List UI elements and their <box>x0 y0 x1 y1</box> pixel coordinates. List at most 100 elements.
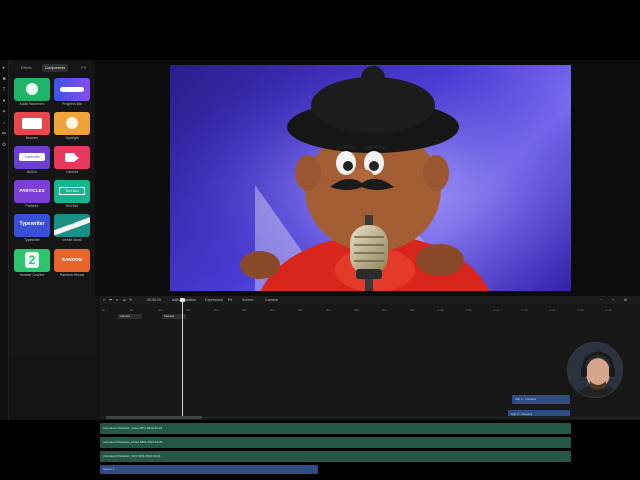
text-icon[interactable]: T <box>1 87 7 93</box>
timeline-panel: ✂ ⏮ ⏸ ⏭ ⟲ 00:00:00 Add annotation Expres… <box>100 296 640 474</box>
tab-components[interactable]: Components <box>41 64 69 72</box>
camera-button[interactable]: Camera <box>265 298 278 302</box>
scene-clip[interactable]: Scene 1 <box>100 465 318 474</box>
tile-infinite-scroll[interactable]: SCROLL Infinite Scroll <box>54 214 90 242</box>
number-counter-thumb: 2 <box>14 249 50 272</box>
particles-thumb-text: PARTICLES <box>19 188 45 193</box>
zoom-out-icon[interactable]: − <box>600 298 602 302</box>
random-reveal-thumb: RANDOM <box>54 249 90 272</box>
media-icon[interactable]: ■ <box>1 76 7 82</box>
settings-icon[interactable]: ⚙ <box>1 142 7 148</box>
browser-thumb <box>14 112 50 135</box>
left-icon-bar: ▸ ■ T ● ✦ ♪ ⇆ ⚙ <box>0 60 9 420</box>
random-reveal-thumb-text: RANDOM <box>61 257 83 262</box>
scissors-icon[interactable]: ✂ <box>103 298 106 302</box>
ruler-tick: 50s <box>382 308 387 312</box>
skip-forward-icon[interactable]: ⏭ <box>123 298 126 302</box>
infinite-scroll-thumb: SCROLL <box>54 214 90 237</box>
tile-spotlight[interactable]: Spotlight <box>54 112 90 140</box>
ruler-tick: 10s <box>158 308 163 312</box>
tile-browser[interactable]: Browser <box>14 112 50 140</box>
ruler-tick: 1:00 <box>438 308 444 312</box>
tile-label: Random Reveal <box>59 273 85 277</box>
ruler-tick: 15s <box>186 308 191 312</box>
tile-label: Button <box>27 170 37 174</box>
scene-marker[interactable]: Camera <box>118 314 142 319</box>
play-pause-button[interactable]: ⏸ <box>116 298 118 302</box>
text-box-thumb: Text Box <box>54 180 90 203</box>
tile-number-counter[interactable]: 2 Number Counter <box>14 249 50 277</box>
ruler-tick: 55s <box>410 308 415 312</box>
ruler-tick: 0s <box>102 308 105 312</box>
tile-label: Browser <box>25 136 39 140</box>
presenter-avatar <box>568 343 622 397</box>
tile-label: Infinite Scroll <box>62 238 82 242</box>
tile-camera[interactable]: Camera <box>54 146 90 174</box>
tile-particles[interactable]: PARTICLES Particles <box>14 180 50 208</box>
audio-track[interactable]: Animated Character_Music-MP4-2023-09-21 <box>100 437 571 448</box>
camera-clip[interactable]: Clip 1 - Camera <box>512 395 570 404</box>
tile-button[interactable]: Subscribe Button <box>14 146 50 174</box>
ruler-tick: 35s <box>298 308 303 312</box>
tab-effects[interactable]: Effects <box>13 64 40 72</box>
button-thumb-text: Subscribe <box>19 153 45 161</box>
camera-thumb <box>54 146 90 169</box>
shapes-icon[interactable]: ● <box>1 98 7 104</box>
transitions-icon[interactable]: ⇆ <box>1 131 7 137</box>
ruler-tick: 1:10 <box>494 308 500 312</box>
screen-button[interactable]: Screen <box>242 298 253 302</box>
ruler-tick: 45s <box>354 308 359 312</box>
character-illustration <box>170 65 571 291</box>
playhead[interactable] <box>182 300 183 418</box>
timeline-ruler: 0s 5s 10s 15s 20s 25s 30s 35s 40s 45s 50… <box>100 308 640 313</box>
tile-label: Audio Waveform <box>19 102 45 106</box>
expression-button[interactable]: Expression <box>205 298 223 302</box>
tile-label: Camera <box>65 170 79 174</box>
components-panel: Effects Components FX Audio Waveform Pro… <box>9 60 95 356</box>
ruler-tick: 1:15 <box>522 308 528 312</box>
progress-bar-thumb <box>54 78 90 101</box>
tile-text-box[interactable]: Text Box Text Box <box>54 180 90 208</box>
ruler-tick: 30s <box>270 308 275 312</box>
ruler-tick: 25s <box>242 308 247 312</box>
text-box-thumb-text: Text Box <box>59 187 85 195</box>
button-thumb: Subscribe <box>14 146 50 169</box>
preview-area <box>95 60 640 296</box>
settings-icon[interactable]: ⚙ <box>624 298 627 302</box>
ruler-tick: 1:05 <box>466 308 472 312</box>
zoom-in-icon[interactable]: + <box>612 298 614 302</box>
spotlight-thumb <box>54 112 90 135</box>
app-window: ▸ ■ T ● ✦ ♪ ⇆ ⚙ Effects Components FX Au… <box>0 60 640 474</box>
tile-label: Particles <box>25 204 39 208</box>
timecode: 00:00:00 <box>147 298 161 302</box>
ruler-tick: 1:25 <box>578 308 584 312</box>
tab-fx[interactable]: FX <box>70 64 97 72</box>
fit-button[interactable]: Fit <box>228 298 232 302</box>
tile-label: Progress Bar <box>62 102 82 106</box>
tile-audio-waveform[interactable]: Audio Waveform <box>14 78 50 106</box>
video-canvas[interactable] <box>170 65 571 291</box>
audio-waveform-thumb <box>14 78 50 101</box>
timeline-scrollbar[interactable] <box>100 416 640 419</box>
tile-progress-bar[interactable]: Progress Bar <box>54 78 90 106</box>
cursor-icon[interactable]: ▸ <box>1 65 7 71</box>
audio-track[interactable]: Animated Character_SFX-MP4-2023-09-21 <box>100 451 571 462</box>
ruler-tick: 20s <box>214 308 219 312</box>
panel-tabs: Effects Components FX <box>13 64 97 72</box>
tile-label: Text Box <box>65 204 79 208</box>
audio-icon[interactable]: ♪ <box>1 120 7 126</box>
ruler-tick: 40s <box>326 308 331 312</box>
particles-thumb: PARTICLES <box>14 180 50 203</box>
infinite-scroll-thumb-text: SCROLL <box>61 220 76 228</box>
tile-typewriter[interactable]: Typewriter Typewriter <box>14 214 50 242</box>
number-counter-thumb-text: 2 <box>25 252 39 268</box>
tile-random-reveal[interactable]: RANDOM Random Reveal <box>54 249 90 277</box>
audio-track[interactable]: Animated Character_Voice-MP4-2023-09-21 <box>100 423 571 434</box>
typewriter-thumb: Typewriter <box>14 214 50 237</box>
ruler-tick: 1:30 <box>606 308 612 312</box>
tile-label: Number Counter <box>19 273 45 277</box>
effects-icon[interactable]: ✦ <box>1 109 7 115</box>
scrollbar-thumb[interactable] <box>106 416 202 419</box>
skip-back-icon[interactable]: ⏮ <box>109 298 112 302</box>
loop-icon[interactable]: ⟲ <box>129 298 132 302</box>
